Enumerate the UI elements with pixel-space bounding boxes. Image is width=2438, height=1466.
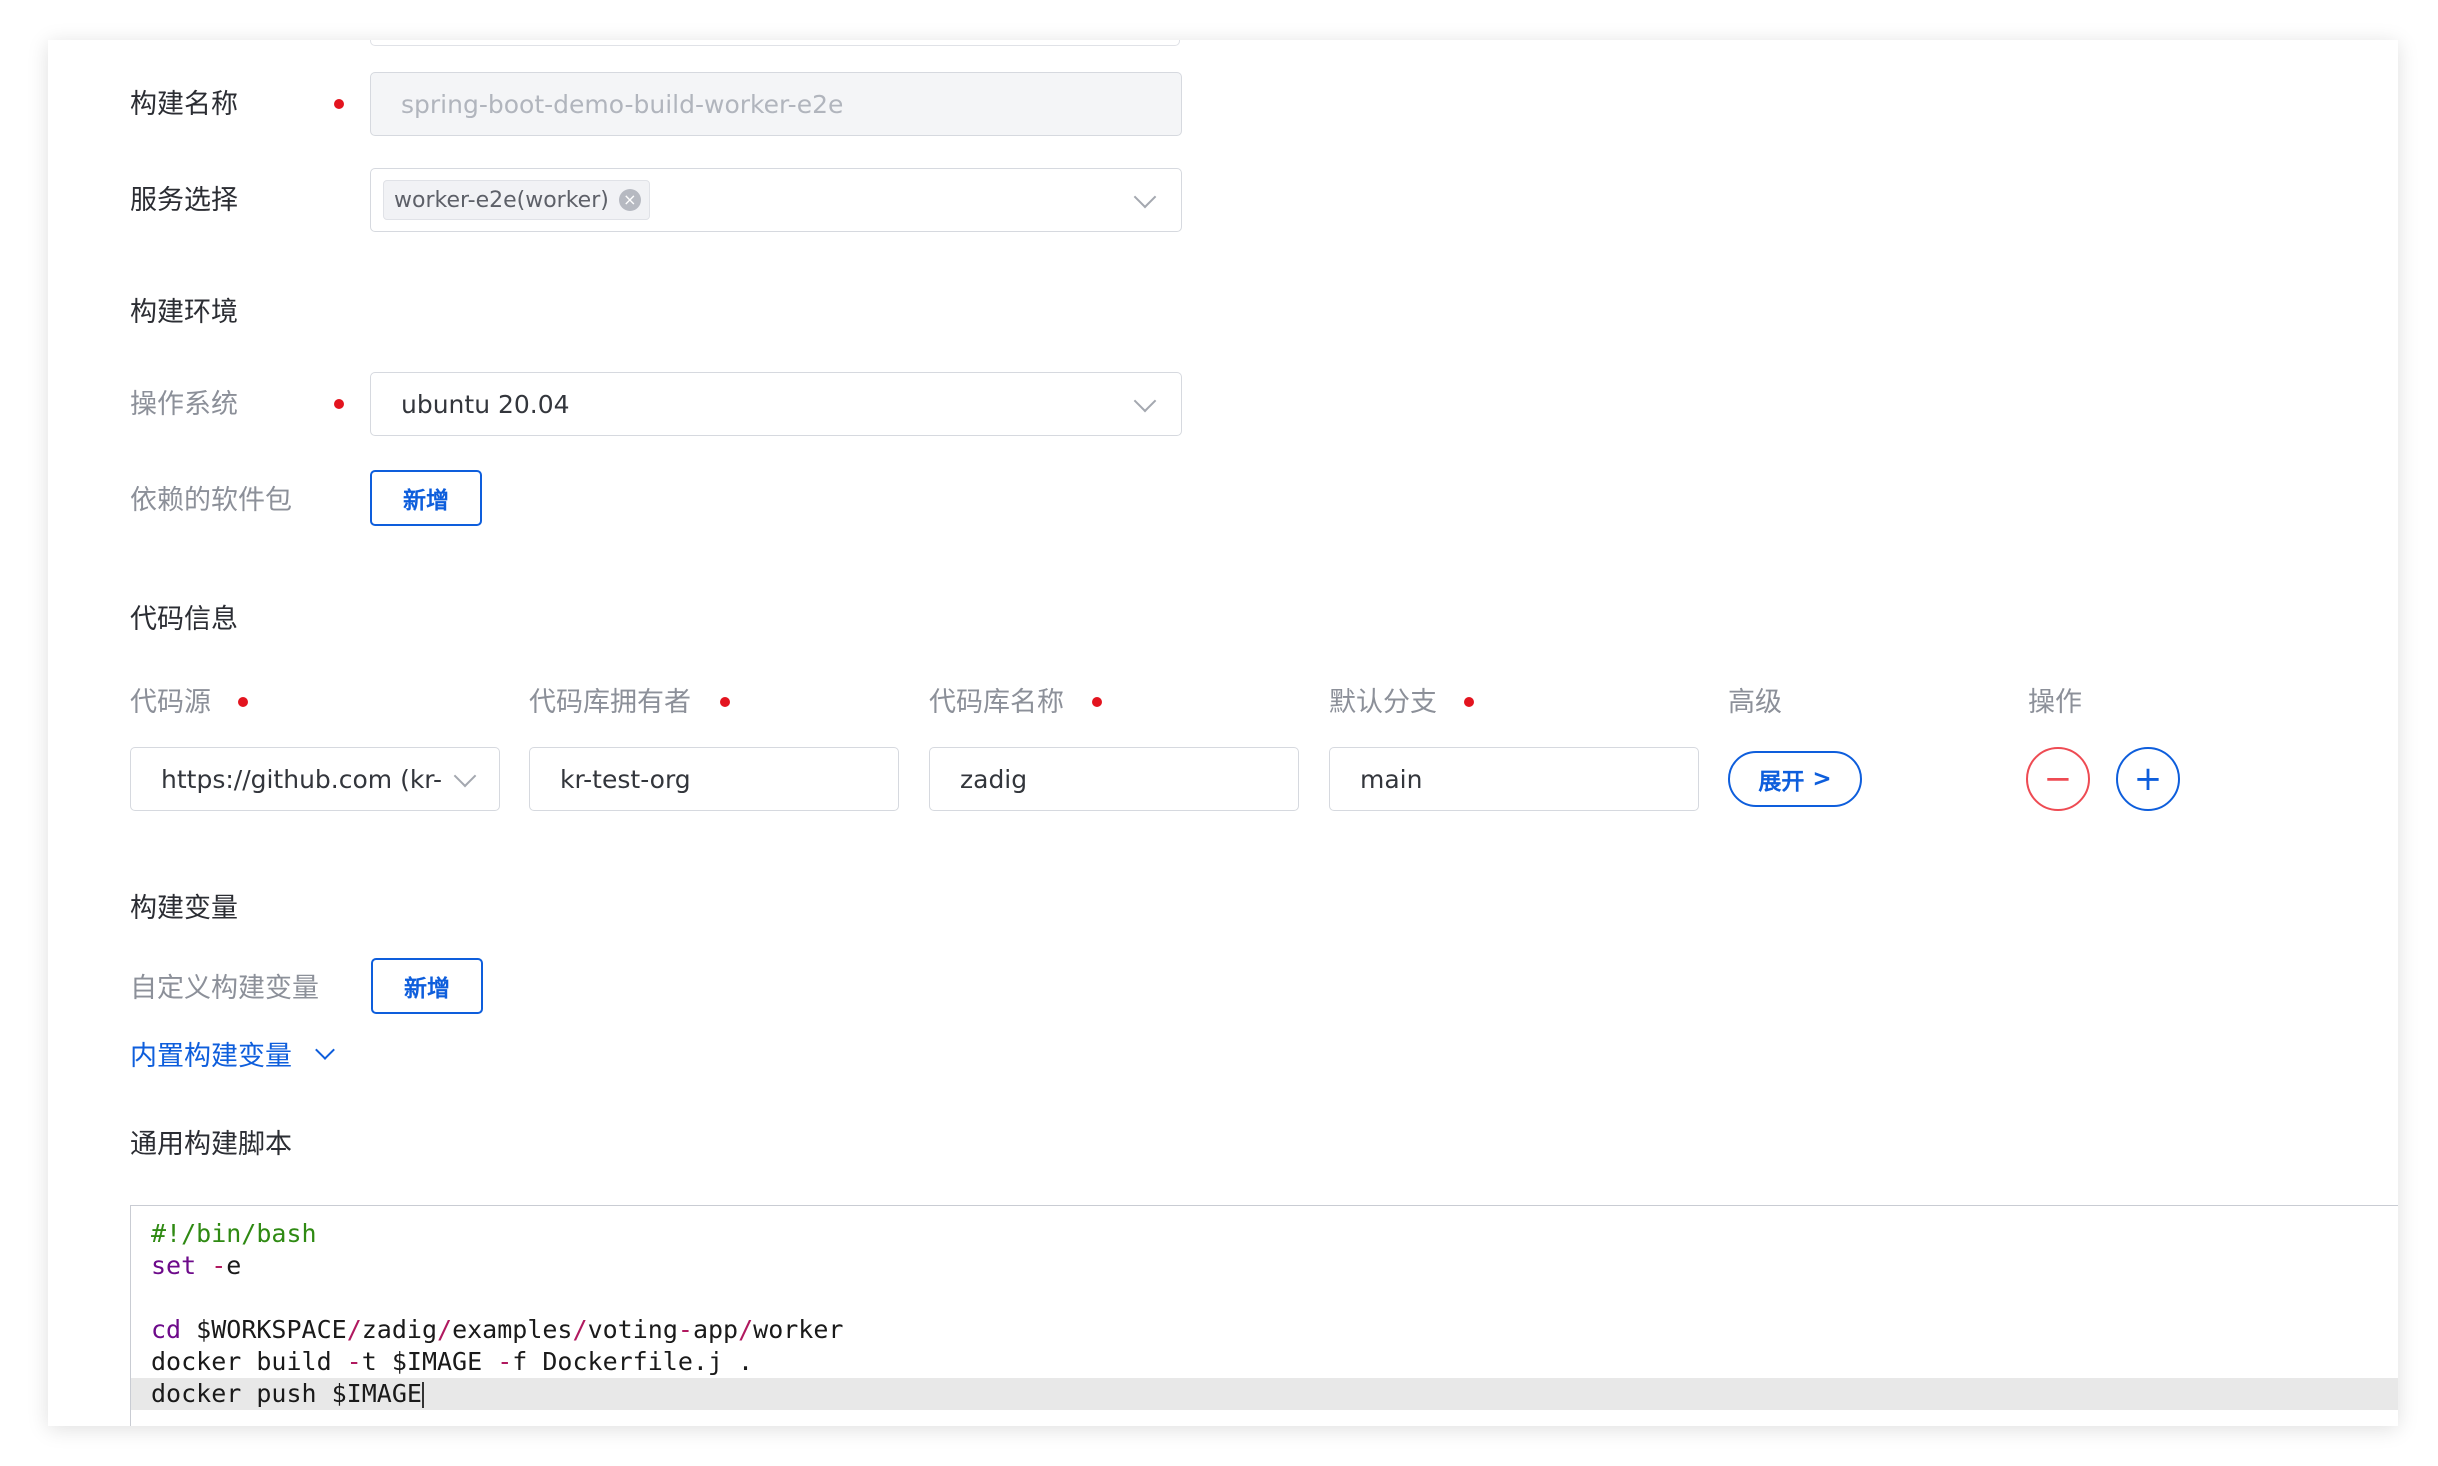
code-token: - <box>346 1347 362 1376</box>
os-label: 操作系统 <box>130 389 238 420</box>
repo-name-select[interactable]: zadig <box>929 747 1299 811</box>
code-token: t $IMAGE <box>361 1347 498 1376</box>
required-marker <box>238 697 248 707</box>
required-marker <box>1464 697 1474 707</box>
code-info-title: 代码信息 <box>130 604 238 635</box>
required-marker <box>334 99 344 109</box>
remove-repo-button[interactable]: − <box>2026 747 2090 811</box>
minus-icon: − <box>2043 759 2073 799</box>
column-header-source: 代码源 <box>130 687 211 718</box>
column-header-advanced: 高级 <box>1728 687 1782 718</box>
code-line[interactable]: cd $WORKSPACE/zadig/examples/voting-app/… <box>131 1314 2398 1346</box>
add-custom-var-button[interactable]: 新增 <box>371 958 483 1014</box>
required-marker <box>1092 697 1102 707</box>
code-token: e <box>226 1251 242 1280</box>
column-header-actions: 操作 <box>2028 687 2082 718</box>
expand-advanced-button[interactable]: 展开 > <box>1728 751 1862 807</box>
code-token: docker push $IMAGE <box>151 1379 422 1408</box>
code-token: / <box>572 1315 588 1344</box>
column-header-branch: 默认分支 <box>1329 687 1437 718</box>
code-token: docker build <box>151 1347 347 1376</box>
code-source-select[interactable]: https://github.com (kr-t <box>130 747 500 811</box>
builtin-vars-toggle[interactable]: 内置构建变量 <box>130 1034 335 1073</box>
builtin-vars-link: 内置构建变量 <box>130 1041 292 1072</box>
repo-owner-select[interactable]: kr-test-org <box>529 747 899 811</box>
chevron-down-icon <box>315 1039 335 1060</box>
service-tag: worker-e2e(worker) × <box>383 180 650 220</box>
code-token: / <box>738 1315 754 1344</box>
code-line[interactable]: #!/bin/bash <box>131 1218 2398 1250</box>
code-token: app <box>692 1315 739 1344</box>
code-token: set <box>151 1251 197 1280</box>
code-token: voting <box>587 1315 678 1344</box>
code-source-value: https://github.com (kr-t <box>161 764 441 794</box>
chevron-down-icon <box>1133 185 1157 209</box>
service-select-label: 服务选择 <box>130 185 238 216</box>
build-env-title: 构建环境 <box>130 297 238 328</box>
chevron-down-icon <box>1133 389 1157 413</box>
code-token: worker <box>753 1315 844 1344</box>
chevron-down-icon <box>453 764 477 788</box>
code-token: / <box>346 1315 362 1344</box>
plus-icon: + <box>2133 759 2163 799</box>
column-header-repo: 代码库名称 <box>929 687 1064 718</box>
os-select[interactable]: ubuntu 20.04 <box>370 372 1182 436</box>
tag-remove-icon[interactable]: × <box>618 189 641 211</box>
build-vars-title: 构建变量 <box>130 893 238 924</box>
code-line[interactable]: set -e <box>131 1250 2398 1282</box>
code-line[interactable] <box>131 1282 2398 1314</box>
code-token: - <box>211 1251 227 1280</box>
required-marker <box>334 399 344 409</box>
previous-field-edge <box>370 40 1180 46</box>
required-marker <box>720 697 730 707</box>
code-token: #!/bin/bash <box>151 1219 317 1248</box>
code-token: f Dockerfile.j . <box>512 1347 754 1376</box>
code-line[interactable]: docker build -t $IMAGE -f Dockerfile.j . <box>131 1346 2398 1378</box>
column-header-owner: 代码库拥有者 <box>529 687 691 718</box>
code-token: $WORKSPACE <box>181 1315 347 1344</box>
code-token: zadig <box>361 1315 438 1344</box>
code-token: / <box>437 1315 453 1344</box>
build-name-input[interactable]: spring-boot-demo-build-worker-e2e <box>370 72 1182 136</box>
custom-vars-label: 自定义构建变量 <box>130 973 319 1004</box>
code-token: cd <box>151 1315 182 1344</box>
branch-select[interactable]: main <box>1329 747 1699 811</box>
code-token: - <box>497 1347 513 1376</box>
build-name-label: 构建名称 <box>130 89 238 120</box>
code-token: examples <box>452 1315 573 1344</box>
code-line[interactable]: docker push $IMAGE <box>131 1378 2398 1410</box>
build-script-editor[interactable]: #!/bin/bash set -e cd $WORKSPACE/zadig/exa… <box>130 1205 2398 1426</box>
service-tag-label: worker-e2e(worker) <box>394 187 609 213</box>
text-cursor <box>421 1382 424 1408</box>
add-package-button[interactable]: 新增 <box>370 470 482 526</box>
add-repo-button[interactable]: + <box>2116 747 2180 811</box>
chevron-right-icon: > <box>1812 766 1832 792</box>
build-script-title: 通用构建脚本 <box>130 1129 292 1160</box>
service-select[interactable]: worker-e2e(worker) × <box>370 168 1182 232</box>
build-config-panel: 构建名称 spring-boot-demo-build-worker-e2e 服… <box>48 40 2398 1426</box>
code-token: - <box>677 1315 693 1344</box>
expand-advanced-label: 展开 <box>1758 769 1805 795</box>
packages-label: 依赖的软件包 <box>130 485 292 516</box>
os-select-value: ubuntu 20.04 <box>401 389 570 419</box>
